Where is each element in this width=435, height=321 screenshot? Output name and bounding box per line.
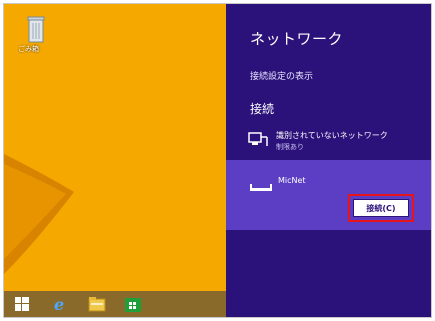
ethernet-icon [248, 132, 268, 152]
file-explorer-icon[interactable] [86, 295, 108, 313]
network-status: 制限あり [276, 143, 304, 151]
connections-section-label: 接続 [250, 102, 275, 116]
store-icon[interactable] [122, 295, 144, 313]
network-name: 識別されていないネットワーク [276, 131, 388, 140]
network-charm-pane: ネットワーク 接続設定の表示 接続 識別されていないネットワーク 制限あり Mi… [226, 4, 431, 317]
screen-frame: ごみ箱 e ネットワーク 接続設定の表示 接続 識別されていないネットワーク 制… [3, 3, 432, 318]
network-item-unidentified[interactable]: 識別されていないネットワーク 制限あり [246, 128, 426, 154]
recycle-bin-label: ごみ箱 [18, 45, 39, 53]
desktop: ごみ箱 e [4, 4, 226, 317]
network-item-micnet[interactable]: MicNet 接続(C) [226, 160, 431, 230]
connect-button[interactable]: 接続(C) [353, 199, 409, 217]
view-connection-settings-link[interactable]: 接続設定の表示 [250, 69, 313, 82]
windows-start-icon[interactable] [12, 295, 32, 313]
network-name: MicNet [278, 176, 306, 185]
taskbar: e [4, 291, 226, 317]
wireless-network-icon [250, 178, 272, 197]
recycle-bin-icon[interactable] [24, 14, 48, 48]
pane-title: ネットワーク [250, 30, 344, 48]
svg-text:e: e [54, 295, 64, 313]
internet-explorer-icon[interactable]: e [50, 295, 72, 313]
